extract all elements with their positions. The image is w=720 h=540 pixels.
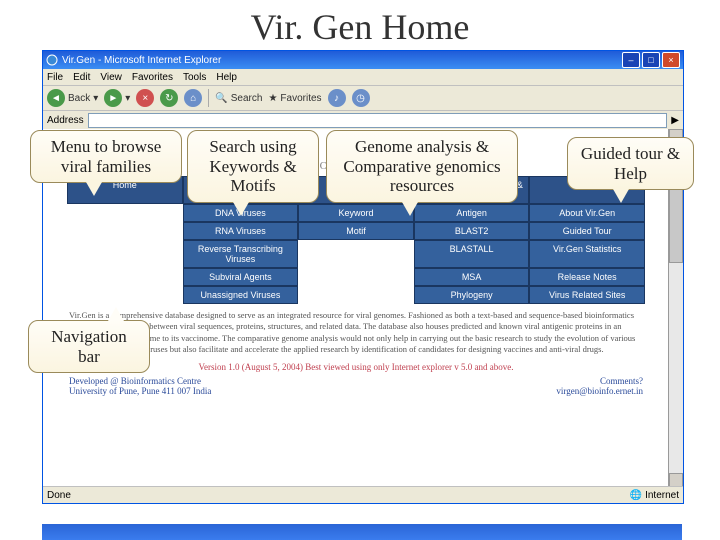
star-icon: ★ xyxy=(268,93,277,104)
menu-file[interactable]: File xyxy=(47,72,63,83)
stop-button[interactable]: × xyxy=(136,89,154,107)
nav-sub-item[interactable]: MSA xyxy=(414,268,530,286)
callout-tour-help: Guided tour & Help xyxy=(567,137,694,190)
slide-title: Vir. Gen Home xyxy=(0,0,720,54)
back-arrow-icon: ◄ xyxy=(47,89,65,107)
stop-icon: × xyxy=(136,89,154,107)
nav-sub-item xyxy=(67,204,183,222)
menu-favorites[interactable]: Favorites xyxy=(132,72,173,83)
nav-sub-item xyxy=(67,222,183,240)
nav-sub-item[interactable]: Guided Tour xyxy=(529,222,645,240)
nav-sub-item xyxy=(298,286,414,304)
nav-sub-item[interactable]: Reverse Transcribing Viruses xyxy=(183,240,299,268)
nav-sub-item xyxy=(298,240,414,268)
nav-sub-item[interactable]: Motif xyxy=(298,222,414,240)
menu-view[interactable]: View xyxy=(100,72,122,83)
scroll-down-arrow[interactable] xyxy=(669,473,683,487)
footer-addr: University of Pune, Pune 411 007 India xyxy=(69,386,211,396)
refresh-button[interactable]: ↻ xyxy=(160,89,178,107)
nav-sub-item[interactable]: RNA Viruses xyxy=(183,222,299,240)
search-button[interactable]: 🔍Search xyxy=(215,93,262,104)
history-button[interactable]: ◷ xyxy=(352,89,370,107)
footer-comments: Comments? xyxy=(556,376,643,386)
browser-window: Vir.Gen - Microsoft Internet Explorer – … xyxy=(42,50,684,504)
forward-arrow-icon: ► xyxy=(104,89,122,107)
nav-sub-item xyxy=(67,268,183,286)
home-button[interactable]: ⌂ xyxy=(184,89,202,107)
nav-sub-item[interactable]: BLASTALL xyxy=(414,240,530,268)
window-titlebar: Vir.Gen - Microsoft Internet Explorer – … xyxy=(43,51,683,69)
nav-sub-item[interactable]: Keyword xyxy=(298,204,414,222)
address-label: Address xyxy=(47,115,84,126)
site-footer: Developed @ Bioinformatics Centre Univer… xyxy=(69,376,643,396)
nav-sub-item[interactable]: BLAST2 xyxy=(414,222,530,240)
menu-edit[interactable]: Edit xyxy=(73,72,90,83)
footer-email[interactable]: virgen@bioinfo.ernet.in xyxy=(556,386,643,396)
browser-toolbar: ◄Back ▾ ► ▾ × ↻ ⌂ 🔍Search ★Favorites ♪ ◷ xyxy=(43,86,683,111)
window-title: Vir.Gen - Microsoft Internet Explorer xyxy=(62,55,221,66)
callout-analysis: Genome analysis & Comparative genomics r… xyxy=(326,130,518,203)
footer-dev: Developed @ Bioinformatics Centre xyxy=(69,376,211,386)
address-input[interactable] xyxy=(88,113,668,128)
nav-sub-item xyxy=(67,286,183,304)
ie-icon xyxy=(46,54,58,66)
nav-sub-item[interactable]: Release Notes xyxy=(529,268,645,286)
callout-search: Search using Keywords & Motifs xyxy=(187,130,319,203)
address-bar-row: Address ▶ xyxy=(43,111,683,130)
nav-sub-item[interactable]: Virus Related Sites xyxy=(529,286,645,304)
home-icon: ⌂ xyxy=(184,89,202,107)
media-button[interactable]: ♪ xyxy=(328,89,346,107)
nav-sub-item[interactable]: Phylogeny xyxy=(414,286,530,304)
nav-sub-item xyxy=(67,240,183,268)
windows-taskbar[interactable] xyxy=(42,524,682,540)
search-icon: 🔍 xyxy=(215,93,227,104)
nav-sub-item[interactable]: Subviral Agents xyxy=(183,268,299,286)
site-description: Vir.Gen is a comprehensive database desi… xyxy=(69,310,643,356)
nav-sub-item[interactable]: Unassigned Viruses xyxy=(183,286,299,304)
menu-help[interactable]: Help xyxy=(216,72,237,83)
menu-tools[interactable]: Tools xyxy=(183,72,206,83)
callout-browse-families: Menu to browse viral families xyxy=(30,130,182,183)
status-right: 🌐 Internet xyxy=(630,490,679,501)
maximize-button[interactable]: □ xyxy=(642,52,660,68)
nav-sub-item[interactable]: Vir.Gen Statistics xyxy=(529,240,645,268)
go-button[interactable]: ▶ xyxy=(671,115,679,126)
internet-icon: 🌐 xyxy=(630,490,642,501)
back-button[interactable]: ◄Back ▾ xyxy=(47,89,98,107)
media-icon: ♪ xyxy=(328,89,346,107)
history-icon: ◷ xyxy=(352,89,370,107)
close-button[interactable]: × xyxy=(662,52,680,68)
nav-sub-item[interactable]: About Vir.Gen xyxy=(529,204,645,222)
minimize-button[interactable]: – xyxy=(622,52,640,68)
forward-button[interactable]: ► ▾ xyxy=(104,89,130,107)
refresh-icon: ↻ xyxy=(160,89,178,107)
browser-menu-bar: File Edit View Favorites Tools Help xyxy=(43,69,683,86)
browser-status-bar: Done 🌐 Internet xyxy=(43,486,683,503)
status-left: Done xyxy=(47,490,71,501)
nav-sub-item[interactable]: Antigen xyxy=(414,204,530,222)
callout-navbar: Navigation bar xyxy=(28,320,150,373)
nav-sub-item xyxy=(298,268,414,286)
favorites-button[interactable]: ★Favorites xyxy=(268,93,321,104)
